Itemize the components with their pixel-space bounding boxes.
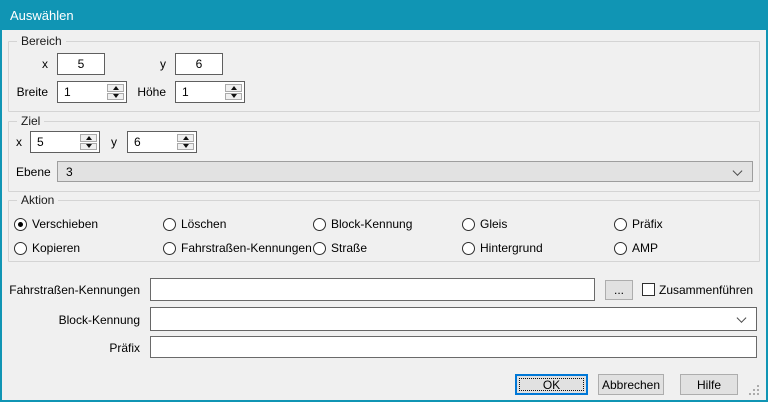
radio-fahrstrassen-kennungen[interactable]: Fahrstraßen-Kennungen [163, 236, 313, 260]
ok-button[interactable]: OK [515, 374, 588, 395]
spin-down-button[interactable] [80, 143, 97, 151]
breite-spinner[interactable]: 1 [57, 81, 127, 103]
group-ziel-legend: Ziel [17, 114, 44, 129]
bereich-y-label: y [130, 56, 166, 72]
help-button[interactable]: Hilfe [680, 374, 738, 395]
spin-down-button[interactable] [107, 93, 124, 101]
radio-icon[interactable] [614, 242, 627, 255]
chevron-down-icon [737, 313, 747, 323]
radio-loeschen[interactable]: Löschen [163, 212, 313, 236]
zusammenfuehren-label: Zusammenführen [659, 282, 753, 298]
breite-spin-buttons [107, 84, 124, 100]
radio-praefix[interactable]: Präfix [614, 212, 758, 236]
titlebar[interactable]: Auswählen [0, 0, 768, 30]
radio-verschieben[interactable]: Verschieben [14, 212, 163, 236]
bereich-x-input[interactable]: 5 [57, 53, 105, 75]
arrow-down-icon [113, 94, 119, 98]
radio-label: Block-Kennung [331, 217, 412, 231]
radio-label: Kopieren [32, 241, 80, 255]
dialog-title: Auswählen [10, 8, 74, 23]
ziel-y-spinner[interactable]: 6 [127, 131, 197, 153]
cancel-button[interactable]: Abbrechen [598, 374, 664, 395]
ziel-x-label: x [16, 134, 22, 150]
ebene-combobox[interactable]: 3 [57, 161, 753, 182]
resize-grip-icon[interactable] [749, 385, 761, 397]
hoehe-value: 1 [182, 85, 189, 99]
spin-up-button[interactable] [107, 84, 124, 92]
radio-icon[interactable] [163, 242, 176, 255]
help-button-label: Hilfe [697, 378, 721, 392]
zusammenfuehren-checkbox[interactable] [642, 283, 655, 296]
arrow-up-icon [183, 136, 189, 140]
spin-up-button[interactable] [225, 84, 242, 92]
breite-label: Breite [8, 84, 48, 100]
bereich-y-input[interactable]: 6 [175, 53, 223, 75]
aktion-radio-grid: Verschieben Löschen Block-Kennung Gleis … [14, 212, 758, 260]
radio-amp[interactable]: AMP [614, 236, 758, 260]
radio-strasse[interactable]: Straße [313, 236, 462, 260]
chevron-down-icon [733, 166, 743, 176]
block-kennung-combobox[interactable] [150, 307, 757, 331]
radio-icon[interactable] [14, 242, 27, 255]
radio-gleis[interactable]: Gleis [462, 212, 614, 236]
radio-icon[interactable] [313, 218, 326, 231]
radio-label: Fahrstraßen-Kennungen [181, 241, 312, 255]
ebene-value: 3 [66, 165, 73, 179]
browse-button[interactable]: ... [605, 280, 633, 300]
cancel-button-label: Abbrechen [602, 378, 660, 392]
bereich-x-label: x [8, 56, 48, 72]
hoehe-spin-buttons [225, 84, 242, 100]
dialog-auswaehlen: Auswählen ✕ Bereich x 5 y 6 Breite 1 Höh… [0, 0, 768, 402]
spin-down-button[interactable] [177, 143, 194, 151]
fahrstrassen-label: Fahrstraßen-Kennungen [8, 282, 140, 298]
arrow-down-icon [183, 144, 189, 148]
breite-value: 1 [64, 85, 71, 99]
spin-down-button[interactable] [225, 93, 242, 101]
radio-icon[interactable] [163, 218, 176, 231]
arrow-up-icon [86, 136, 92, 140]
browse-button-label: ... [614, 283, 624, 297]
radio-label: AMP [632, 241, 658, 255]
radio-block-kennung[interactable]: Block-Kennung [313, 212, 462, 236]
radio-icon[interactable] [14, 218, 27, 231]
spin-up-button[interactable] [80, 134, 97, 142]
ok-button-label: OK [543, 378, 560, 392]
radio-label: Präfix [632, 217, 663, 231]
bereich-y-value: 6 [196, 57, 203, 71]
arrow-down-icon [86, 144, 92, 148]
group-aktion-legend: Aktion [17, 193, 58, 208]
radio-label: Löschen [181, 217, 226, 231]
arrow-up-icon [113, 86, 119, 90]
fahrstrassen-input[interactable] [150, 278, 595, 301]
radio-label: Hintergrund [480, 241, 543, 255]
ziel-x-spin-buttons [80, 134, 97, 150]
ebene-label: Ebene [16, 164, 51, 180]
praefix-label: Präfix [8, 340, 140, 356]
radio-kopieren[interactable]: Kopieren [14, 236, 163, 260]
radio-label: Gleis [480, 217, 507, 231]
hoehe-label: Höhe [130, 84, 166, 100]
arrow-up-icon [231, 86, 237, 90]
radio-icon[interactable] [313, 242, 326, 255]
praefix-input[interactable] [150, 336, 757, 358]
block-kennung-label: Block-Kennung [8, 312, 140, 328]
radio-icon[interactable] [462, 242, 475, 255]
radio-label: Verschieben [32, 217, 98, 231]
radio-icon[interactable] [614, 218, 627, 231]
bereich-x-value: 5 [78, 57, 85, 71]
hoehe-spinner[interactable]: 1 [175, 81, 245, 103]
arrow-down-icon [231, 94, 237, 98]
radio-icon[interactable] [462, 218, 475, 231]
group-bereich-legend: Bereich [17, 34, 66, 49]
ziel-y-spin-buttons [177, 134, 194, 150]
ziel-y-label: y [111, 134, 117, 150]
radio-label: Straße [331, 241, 367, 255]
radio-hintergrund[interactable]: Hintergrund [462, 236, 614, 260]
ziel-x-value: 5 [37, 135, 44, 149]
ziel-y-value: 6 [134, 135, 141, 149]
ziel-x-spinner[interactable]: 5 [30, 131, 100, 153]
spin-up-button[interactable] [177, 134, 194, 142]
